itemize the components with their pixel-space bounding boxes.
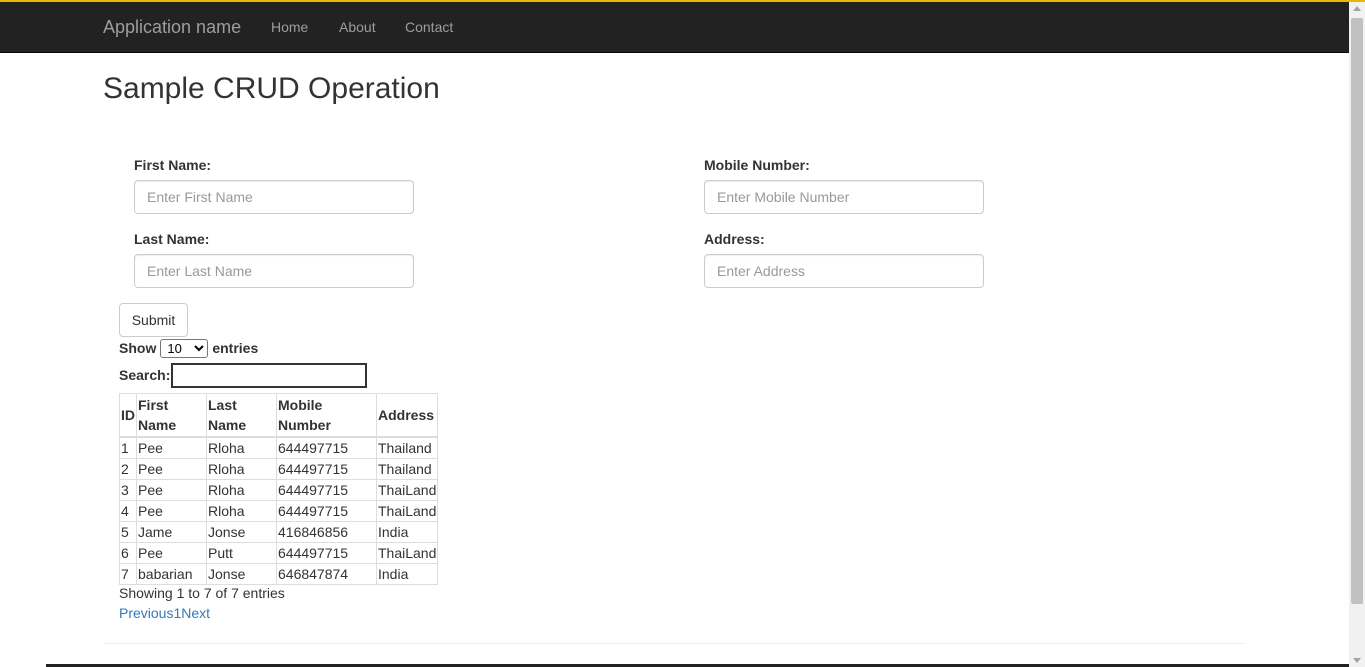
page-title: Sample CRUD Operation: [103, 72, 440, 105]
mobile-number-label: Mobile Number:: [704, 157, 810, 173]
mobile-number-input[interactable]: [704, 180, 984, 214]
cell-address: India: [375, 521, 439, 543]
first-name-input[interactable]: [134, 180, 414, 214]
table-row: 1 Pee Rloha 644497715 Thailand: [119, 436, 439, 459]
vertical-scrollbar[interactable]: [1349, 2, 1365, 667]
table-row: 2 Pee Rloha 644497715 Thailand: [119, 458, 439, 480]
cell-address: Thailand: [375, 458, 439, 480]
cell-address: ThaiLand: [375, 542, 439, 564]
table-row: 6 Pee Putt 644497715 ThaiLand: [119, 542, 439, 564]
cell-mobile: 644497715: [276, 500, 377, 522]
cell-id: 6: [119, 542, 137, 564]
cell-first-name: Pee: [136, 542, 207, 564]
cell-id: 1: [119, 436, 137, 459]
cell-first-name: Pee: [136, 458, 207, 480]
table-search-control: Search:: [119, 362, 368, 388]
header-address[interactable]: Address: [375, 393, 439, 438]
cell-id: 3: [119, 479, 137, 501]
header-mobile-number[interactable]: Mobile Number: [276, 393, 377, 438]
table-row: 4 Pee Rloha 644497715 ThaiLand: [119, 500, 439, 522]
cell-last-name: Rloha: [206, 436, 277, 459]
header-last-name[interactable]: Last Name: [206, 393, 277, 438]
scrollbar-thumb[interactable]: [1351, 18, 1363, 604]
cell-mobile: 416846856: [276, 521, 377, 543]
navbar-brand[interactable]: Application name: [103, 17, 241, 38]
entries-length-control: Show 10 entries: [119, 338, 258, 358]
nav-link-contact[interactable]: Contact: [405, 19, 453, 35]
entries-label: entries: [212, 340, 259, 356]
cell-last-name: Rloha: [206, 479, 277, 501]
header-first-name[interactable]: First Name: [136, 393, 207, 438]
address-label: Address:: [704, 231, 765, 247]
cell-last-name: Rloha: [206, 500, 277, 522]
address-input[interactable]: [704, 254, 984, 288]
cell-address: ThaiLand: [375, 479, 439, 501]
cell-first-name: Pee: [136, 500, 207, 522]
cell-id: 2: [119, 458, 137, 480]
search-input[interactable]: [171, 362, 368, 388]
nav-link-home[interactable]: Home: [271, 19, 308, 35]
show-label: Show: [119, 340, 157, 356]
navbar: Application name Home About Contact: [0, 2, 1349, 53]
table-row: 7 babarian Jonse 646847874 India: [119, 563, 439, 585]
cell-mobile: 646847874: [276, 563, 377, 585]
pagination-previous[interactable]: Previous: [119, 605, 173, 621]
submit-button[interactable]: Submit: [119, 303, 188, 337]
cell-mobile: 644497715: [276, 436, 377, 459]
cell-last-name: Jonse: [206, 521, 277, 543]
cell-first-name: babarian: [136, 563, 207, 585]
header-id[interactable]: ID: [119, 393, 137, 438]
scroll-down-arrow-icon[interactable]: [1353, 658, 1361, 663]
cell-last-name: Putt: [206, 542, 277, 564]
cell-mobile: 644497715: [276, 542, 377, 564]
nav-link-about[interactable]: About: [339, 19, 376, 35]
search-label: Search:: [119, 367, 171, 383]
pagination-next[interactable]: Next: [181, 605, 210, 621]
table-info: Showing 1 to 7 of 7 entries: [119, 585, 285, 601]
cell-last-name: Jonse: [206, 563, 277, 585]
cell-address: ThaiLand: [375, 500, 439, 522]
scroll-up-arrow-icon[interactable]: [1353, 6, 1361, 11]
cell-last-name: Rloha: [206, 458, 277, 480]
table-header-row: ID First Name Last Name Mobile Number Ad…: [119, 393, 439, 438]
footer-divider: [104, 643, 1244, 644]
cell-id: 4: [119, 500, 137, 522]
first-name-label: First Name:: [134, 157, 212, 173]
table-row: 3 Pee Rloha 644497715 ThaiLand: [119, 479, 439, 501]
data-table: ID First Name Last Name Mobile Number Ad…: [119, 393, 439, 585]
cell-address: India: [375, 563, 439, 585]
table-row: 5 Jame Jonse 416846856 India: [119, 521, 439, 543]
last-name-label: Last Name:: [134, 231, 210, 247]
last-name-input[interactable]: [134, 254, 414, 288]
cell-mobile: 644497715: [276, 458, 377, 480]
cell-id: 7: [119, 563, 137, 585]
cell-first-name: Jame: [136, 521, 207, 543]
cell-first-name: Pee: [136, 479, 207, 501]
cell-mobile: 644497715: [276, 479, 377, 501]
pagination: Previous1Next: [119, 605, 210, 621]
entries-length-select[interactable]: 10: [160, 338, 209, 358]
cell-address: Thailand: [375, 436, 439, 459]
cell-first-name: Pee: [136, 436, 207, 459]
cell-id: 5: [119, 521, 137, 543]
